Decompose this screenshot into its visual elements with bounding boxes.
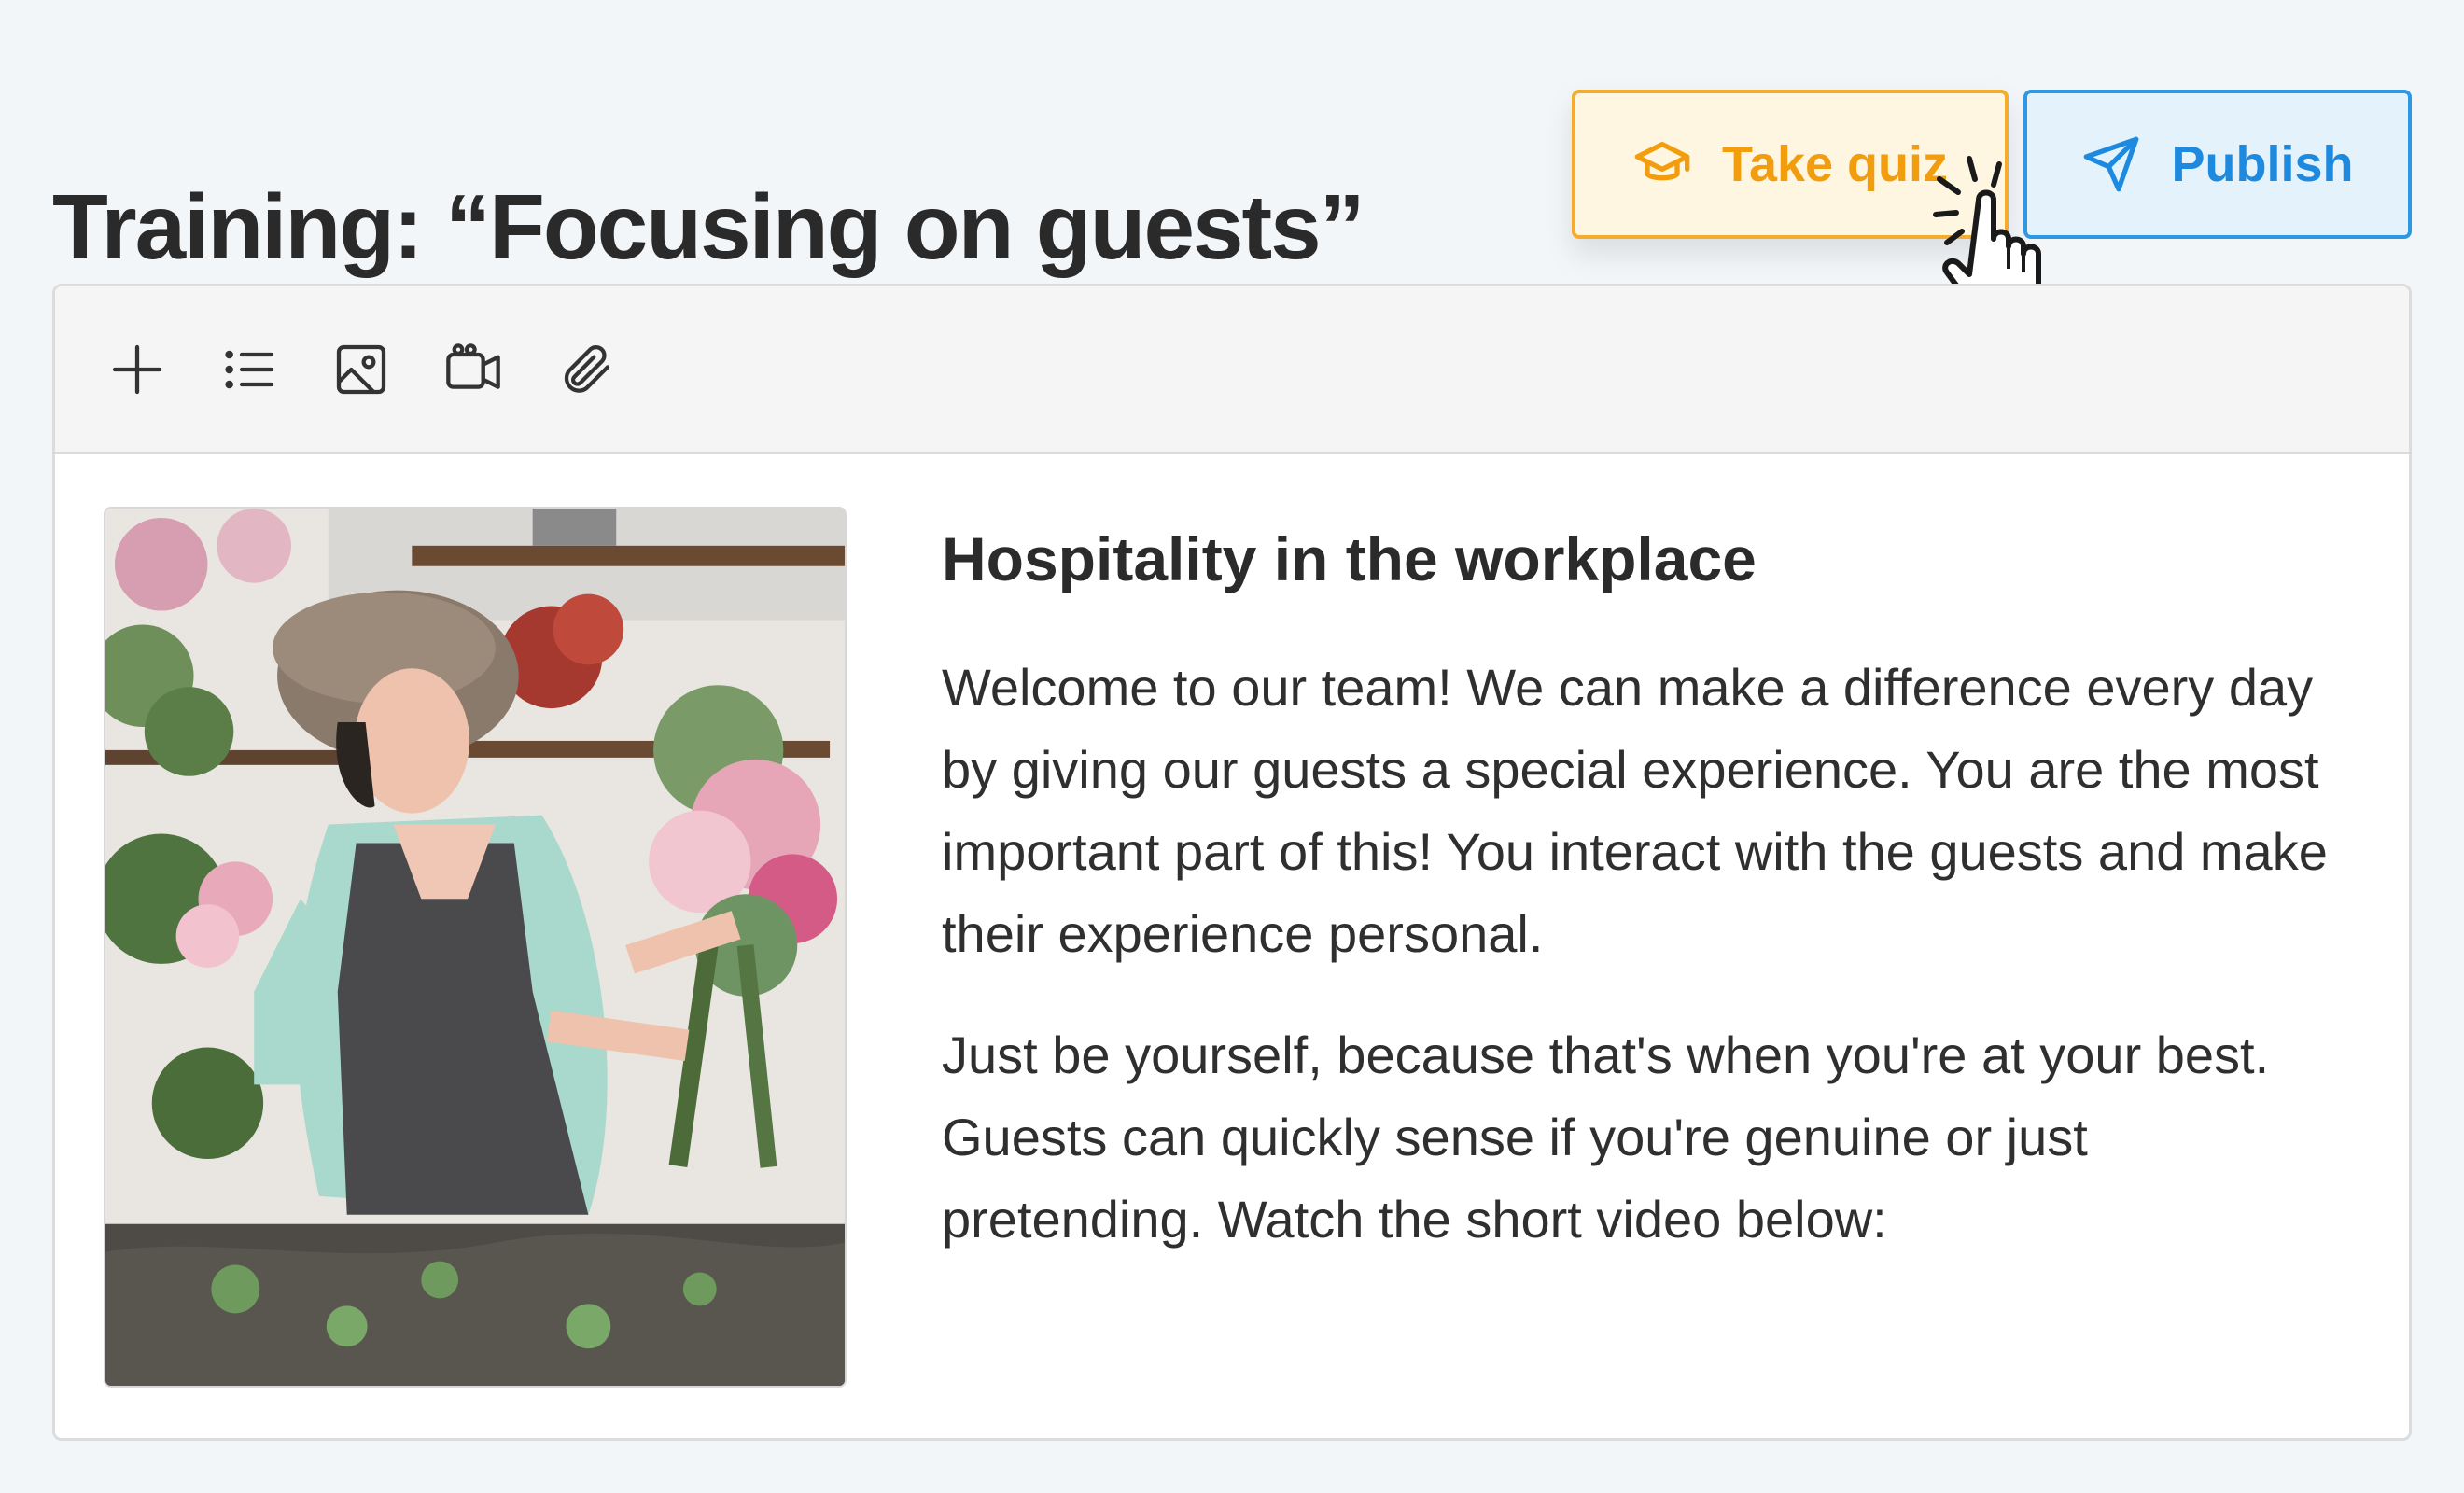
image-icon[interactable] (331, 340, 391, 399)
list-icon[interactable] (219, 340, 279, 399)
article-content[interactable]: Hospitality in the workplace Welcome to … (942, 514, 2360, 1300)
florist-photo (104, 507, 847, 1388)
article-heading: Hospitality in the workplace (942, 524, 1757, 593)
take-quiz-label: Take quiz (1721, 136, 1949, 192)
attachment-icon[interactable] (555, 340, 615, 399)
add-icon[interactable] (107, 340, 167, 399)
article-paragraph-1: Welcome to our team! We can make a diffe… (942, 658, 2328, 963)
send-icon (2081, 134, 2141, 194)
graduation-cap-icon (1632, 134, 1692, 194)
article-paragraph-2: Just be yourself, because that's when yo… (942, 1026, 2270, 1249)
page-title: Training: “Focusing on guests” (52, 174, 1365, 278)
editor-toolbar (55, 286, 2409, 454)
publish-label: Publish (2171, 136, 2354, 192)
content-editor[interactable]: Hospitality in the workplace Welcome to … (52, 284, 2412, 1441)
video-icon[interactable] (443, 340, 503, 399)
